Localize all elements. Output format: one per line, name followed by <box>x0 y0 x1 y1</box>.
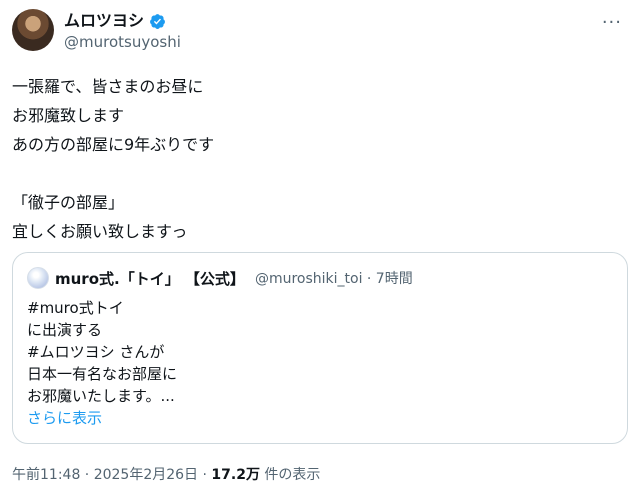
quoted-author-avatar <box>27 267 49 289</box>
quoted-tweet-header: muro式.「トイ」 【公式】 @muroshiki_toi · 7時間 <box>27 267 413 289</box>
author-name-row: ムロツヨシ <box>64 11 181 31</box>
more-options-icon[interactable]: ··· <box>602 12 622 33</box>
author-avatar[interactable] <box>12 9 54 51</box>
quoted-text-line: お邪魔いたします。... <box>27 387 175 405</box>
quoted-text-line: #muro式トイ <box>27 299 124 317</box>
view-count: 17.2万 <box>211 467 260 483</box>
tweet-text-line: 一張羅で、皆さまのお昼に <box>12 77 204 96</box>
quoted-text-line: #ムロツヨシ さんが <box>27 343 165 361</box>
quoted-text-line: 日本一有名なお部屋に <box>27 365 178 383</box>
author-display-name[interactable]: ムロツヨシ <box>64 11 144 31</box>
view-count-label: 件の表示 <box>259 467 321 483</box>
quoted-author-handle-time: @muroshiki_toi · 7時間 <box>254 271 413 287</box>
tweet-text: 一張羅で、皆さまのお昼に お邪魔致します あの方の部屋に9年ぶりです 「徹子の部… <box>12 72 622 246</box>
tweet-text-line: あの方の部屋に9年ぶりです <box>12 135 215 154</box>
author-block: ムロツヨシ @murotsuyoshi <box>64 11 181 51</box>
tweet-text-line: お邪魔致します <box>12 106 125 125</box>
quoted-author-name: muro式.「トイ」 【公式】 <box>55 269 245 288</box>
quoted-text-line: に出演する <box>27 321 103 339</box>
author-handle[interactable]: @murotsuyoshi <box>64 33 181 51</box>
tweet-text-line: 宜しくお願い致しますっ <box>12 222 188 241</box>
tweet-text-line: 「徹子の部屋」 <box>12 193 125 212</box>
tweet-meta-row: 午前11:48 · 2025年2月26日 · 17.2万 件の表示 <box>12 464 320 484</box>
tweet-text-line <box>12 159 622 188</box>
verified-badge-icon <box>150 13 165 29</box>
tweet-timestamp[interactable]: 午前11:48 · 2025年2月26日 · <box>12 467 211 483</box>
quoted-tweet-card[interactable]: muro式.「トイ」 【公式】 @muroshiki_toi · 7時間 #mu… <box>12 252 628 444</box>
quoted-tweet-text: #muro式トイ に出演する #ムロツヨシ さんが 日本一有名なお部屋に お邪魔… <box>27 297 177 429</box>
show-more-link[interactable]: さらに表示 <box>27 407 177 429</box>
